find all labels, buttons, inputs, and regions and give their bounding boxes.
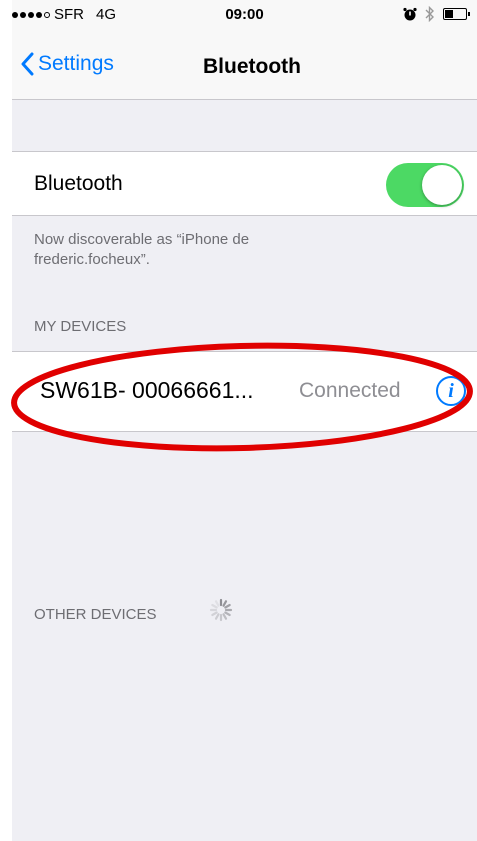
settings-screen: SFR 4G 09:00 Settings Bluetooth Bluetoot… bbox=[12, 0, 477, 841]
device-row[interactable]: SW61B- 00066661... Connected i bbox=[12, 351, 477, 432]
page-title: Bluetooth bbox=[203, 55, 301, 78]
battery-fill bbox=[445, 10, 453, 18]
my-devices-header: MY DEVICES bbox=[34, 318, 127, 335]
discoverable-note: Now discoverable as “iPhone de frederic.… bbox=[34, 231, 250, 268]
device-status: Connected bbox=[299, 379, 401, 402]
status-bar: SFR 4G 09:00 bbox=[12, 0, 477, 30]
bluetooth-label: Bluetooth bbox=[34, 172, 123, 195]
device-name: SW61B- 00066661... bbox=[40, 377, 254, 403]
navigation-bar: Settings Bluetooth bbox=[12, 48, 477, 88]
bluetooth-toggle-row: Bluetooth bbox=[12, 151, 477, 216]
bluetooth-status-icon bbox=[425, 6, 434, 22]
battery-icon bbox=[443, 8, 470, 20]
alarm-icon bbox=[403, 7, 417, 21]
bluetooth-toggle[interactable] bbox=[386, 163, 464, 207]
top-bar: SFR 4G 09:00 Settings Bluetooth bbox=[12, 0, 477, 100]
device-info-button[interactable]: i bbox=[436, 376, 466, 406]
toggle-knob bbox=[422, 165, 462, 205]
loading-spinner-icon bbox=[209, 598, 233, 622]
status-right bbox=[403, 6, 470, 22]
other-devices-header: OTHER DEVICES bbox=[34, 606, 157, 623]
